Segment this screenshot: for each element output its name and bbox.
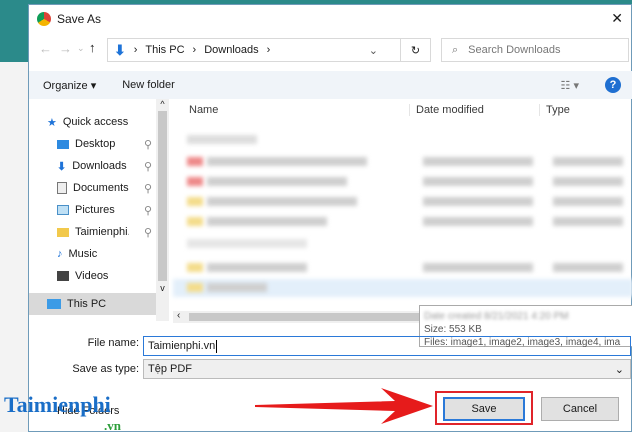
navigation-pane: ★ Quick access Desktop ⚲ ⬇ Downloads ⚲ Docum…: [29, 99, 156, 321]
save-as-type-label: Save as type:: [72, 363, 139, 375]
save-as-type-select[interactable]: Tệp PDF ⌄: [143, 359, 631, 379]
desktop-icon: [57, 139, 69, 149]
nav-quick-access[interactable]: ★ Quick access: [29, 111, 156, 133]
nav-music[interactable]: ♪ Music: [29, 243, 156, 265]
help-button[interactable]: ?: [605, 77, 621, 93]
file-name-input[interactable]: Taimienphi.vn: [143, 336, 631, 356]
red-arrow: [255, 388, 433, 424]
chevron-down-icon: ⌄: [614, 363, 624, 376]
new-folder-button[interactable]: New folder: [122, 79, 175, 91]
breadcrumb-downloads[interactable]: Downloads: [204, 44, 258, 56]
column-type[interactable]: Type: [539, 104, 570, 116]
nav-documents[interactable]: Documents ⚲: [29, 177, 156, 199]
title-bar: Save As ✕: [29, 5, 632, 33]
address-bar[interactable]: ⬇ › This PC › Downloads › ⌄ ↻: [107, 38, 431, 62]
music-icon: ♪: [57, 248, 63, 260]
documents-icon: [57, 182, 67, 194]
watermark-logo: Taimienphi .vn: [4, 392, 121, 433]
pc-icon: [47, 299, 61, 309]
pin-icon: ⚲: [143, 138, 152, 151]
nav-scrollbar[interactable]: ^ v: [156, 99, 169, 321]
column-date-modified[interactable]: Date modified: [409, 104, 539, 116]
pin-icon: ⚲: [143, 204, 152, 217]
tooltip-size: Size: 553 KB: [424, 324, 482, 335]
recent-dropdown[interactable]: ⌄: [77, 43, 85, 54]
cancel-button[interactable]: Cancel: [541, 397, 619, 421]
search-placeholder: Search Downloads: [468, 44, 561, 56]
nav-taimienphi[interactable]: Taimienphi.vn⚲: [29, 221, 156, 243]
nav-desktop[interactable]: Desktop ⚲: [29, 133, 156, 155]
file-name-label: File name:: [87, 337, 139, 349]
organize-button[interactable]: Organize ▾: [43, 79, 96, 92]
pin-icon: ⚲: [143, 226, 152, 239]
videos-icon: [57, 271, 69, 281]
nav-downloads[interactable]: ⬇ Downloads ⚲: [29, 155, 156, 177]
view-options-button[interactable]: ☷ ▾: [561, 79, 579, 92]
chrome-icon: [37, 12, 51, 26]
nav-pictures[interactable]: Pictures ⚲: [29, 199, 156, 221]
file-list: Name Date modified Type: [173, 99, 632, 321]
star-icon: ★: [47, 116, 57, 129]
pictures-icon: [57, 205, 69, 215]
chevron-down-icon[interactable]: ⌄: [369, 44, 378, 57]
toolbar: Organize ▾ New folder ☷ ▾ ?: [29, 71, 632, 99]
column-headers: Name Date modified Type: [173, 99, 632, 121]
save-button[interactable]: Save: [443, 397, 525, 421]
nav-this-pc[interactable]: This PC: [29, 293, 156, 315]
download-icon: ⬇: [114, 41, 126, 58]
dialog-title: Save As: [57, 12, 102, 26]
pin-icon: ⚲: [143, 160, 152, 173]
pin-icon: ⚲: [143, 182, 152, 195]
forward-button[interactable]: →: [59, 41, 72, 56]
back-button[interactable]: ←: [39, 41, 52, 56]
search-input[interactable]: ⌕ Search Downloads: [441, 38, 629, 62]
refresh-button[interactable]: ↻: [400, 39, 430, 61]
nav-videos[interactable]: Videos: [29, 265, 156, 287]
up-button[interactable]: ↑: [89, 40, 96, 55]
column-name[interactable]: Name: [173, 104, 409, 116]
folder-icon: [57, 227, 69, 237]
download-icon: ⬇: [57, 160, 67, 173]
save-as-dialog: Save As ✕ ← → ⌄ ↑ ⬇ › This PC › Download…: [28, 4, 632, 432]
close-button[interactable]: ✕: [611, 10, 623, 27]
search-icon: ⌕: [452, 43, 459, 56]
breadcrumb-this-pc[interactable]: This PC: [145, 44, 184, 56]
